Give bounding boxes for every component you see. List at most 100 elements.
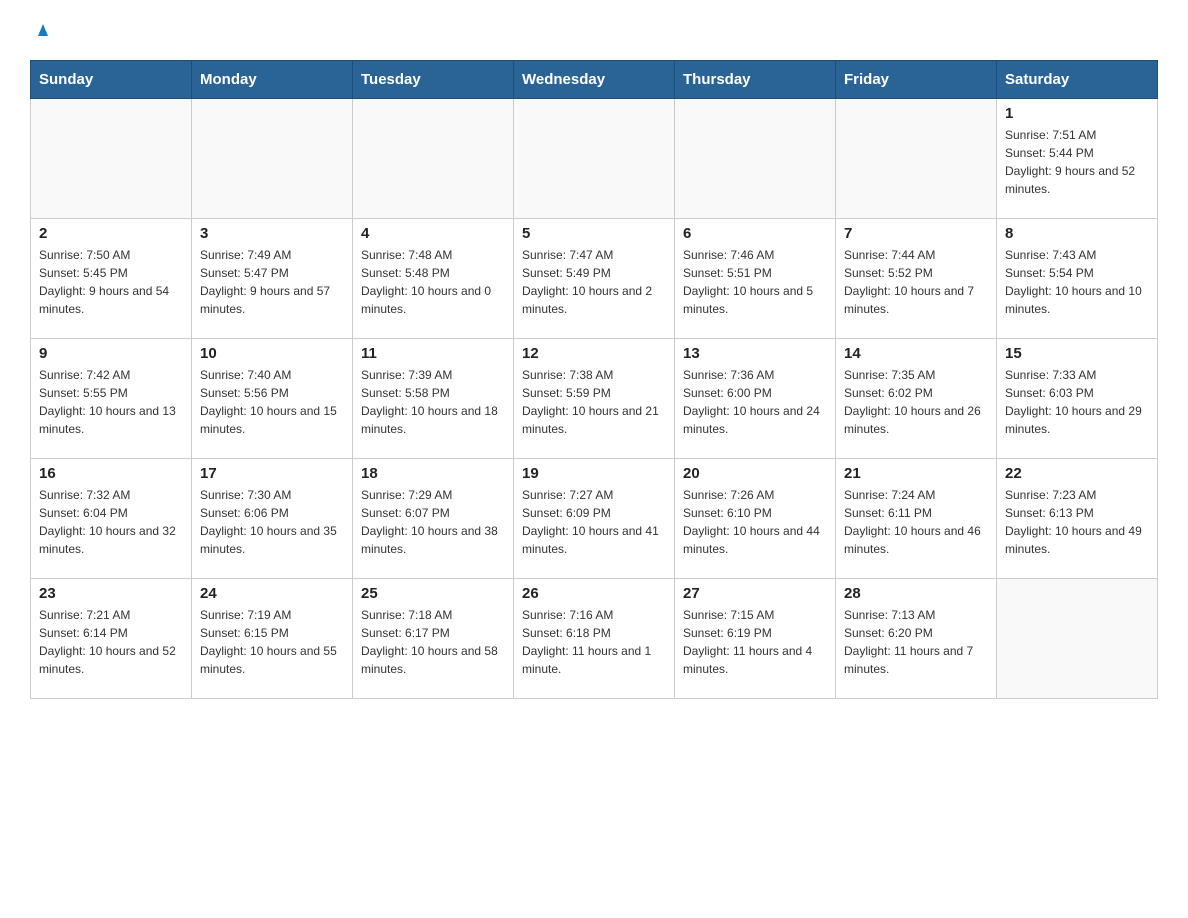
day-number: 14	[844, 345, 988, 362]
day-info: Sunrise: 7:26 AMSunset: 6:10 PMDaylight:…	[683, 486, 827, 558]
day-info: Sunrise: 7:13 AMSunset: 6:20 PMDaylight:…	[844, 606, 988, 678]
day-info: Sunrise: 7:42 AMSunset: 5:55 PMDaylight:…	[39, 366, 183, 438]
calendar-cell: 17 Sunrise: 7:30 AMSunset: 6:06 PMDayligh…	[192, 459, 353, 579]
day-number: 20	[683, 465, 827, 482]
day-number: 9	[39, 345, 183, 362]
day-info: Sunrise: 7:50 AMSunset: 5:45 PMDaylight:…	[39, 246, 183, 318]
calendar-table: SundayMondayTuesdayWednesdayThursdayFrid…	[30, 60, 1158, 699]
calendar-cell	[836, 99, 997, 219]
day-info: Sunrise: 7:44 AMSunset: 5:52 PMDaylight:…	[844, 246, 988, 318]
day-info: Sunrise: 7:48 AMSunset: 5:48 PMDaylight:…	[361, 246, 505, 318]
calendar-cell: 20 Sunrise: 7:26 AMSunset: 6:10 PMDayligh…	[675, 459, 836, 579]
day-info: Sunrise: 7:32 AMSunset: 6:04 PMDaylight:…	[39, 486, 183, 558]
week-row-3: 9 Sunrise: 7:42 AMSunset: 5:55 PMDaylight…	[31, 339, 1158, 459]
calendar-cell: 23Sunrise: 7:21 AMSunset: 6:14 PMDayligh…	[31, 579, 192, 699]
calendar-cell	[353, 99, 514, 219]
day-number: 13	[683, 345, 827, 362]
calendar-cell: 5 Sunrise: 7:47 AMSunset: 5:49 PMDaylight…	[514, 219, 675, 339]
calendar-cell: 26 Sunrise: 7:16 AMSunset: 6:18 PMDayligh…	[514, 579, 675, 699]
week-row-1: 1 Sunrise: 7:51 AMSunset: 5:44 PMDaylight…	[31, 99, 1158, 219]
day-number: 24	[200, 585, 344, 602]
day-info: Sunrise: 7:29 AMSunset: 6:07 PMDaylight:…	[361, 486, 505, 558]
calendar-cell: 13 Sunrise: 7:36 AMSunset: 6:00 PMDayligh…	[675, 339, 836, 459]
calendar-cell	[31, 99, 192, 219]
day-number: 8	[1005, 225, 1149, 242]
day-info: Sunrise: 7:43 AMSunset: 5:54 PMDaylight:…	[1005, 246, 1149, 318]
day-info: Sunrise: 7:24 AMSunset: 6:11 PMDaylight:…	[844, 486, 988, 558]
calendar-cell	[192, 99, 353, 219]
weekday-header-saturday: Saturday	[997, 61, 1158, 99]
day-info: Sunrise: 7:21 AMSunset: 6:14 PMDaylight:…	[39, 606, 183, 678]
calendar-cell: 12 Sunrise: 7:38 AMSunset: 5:59 PMDayligh…	[514, 339, 675, 459]
day-info: Sunrise: 7:47 AMSunset: 5:49 PMDaylight:…	[522, 246, 666, 318]
logo-triangle-icon	[32, 18, 54, 40]
day-number: 5	[522, 225, 666, 242]
day-number: 2	[39, 225, 183, 242]
calendar-cell: 2 Sunrise: 7:50 AMSunset: 5:45 PMDaylight…	[31, 219, 192, 339]
calendar-cell: 16 Sunrise: 7:32 AMSunset: 6:04 PMDayligh…	[31, 459, 192, 579]
day-info: Sunrise: 7:36 AMSunset: 6:00 PMDaylight:…	[683, 366, 827, 438]
day-info: Sunrise: 7:51 AMSunset: 5:44 PMDaylight:…	[1005, 126, 1149, 198]
weekday-header-wednesday: Wednesday	[514, 61, 675, 99]
week-row-4: 16 Sunrise: 7:32 AMSunset: 6:04 PMDayligh…	[31, 459, 1158, 579]
calendar-cell: 22 Sunrise: 7:23 AMSunset: 6:13 PMDayligh…	[997, 459, 1158, 579]
day-number: 27	[683, 585, 827, 602]
day-number: 28	[844, 585, 988, 602]
logo	[30, 20, 56, 40]
day-number: 25	[361, 585, 505, 602]
day-number: 26	[522, 585, 666, 602]
day-info: Sunrise: 7:16 AMSunset: 6:18 PMDaylight:…	[522, 606, 666, 678]
week-row-2: 2 Sunrise: 7:50 AMSunset: 5:45 PMDaylight…	[31, 219, 1158, 339]
day-number: 12	[522, 345, 666, 362]
calendar-cell: 15 Sunrise: 7:33 AMSunset: 6:03 PMDayligh…	[997, 339, 1158, 459]
day-number: 4	[361, 225, 505, 242]
calendar-cell: 6 Sunrise: 7:46 AMSunset: 5:51 PMDaylight…	[675, 219, 836, 339]
day-info: Sunrise: 7:35 AMSunset: 6:02 PMDaylight:…	[844, 366, 988, 438]
day-info: Sunrise: 7:23 AMSunset: 6:13 PMDaylight:…	[1005, 486, 1149, 558]
calendar-cell	[997, 579, 1158, 699]
day-info: Sunrise: 7:49 AMSunset: 5:47 PMDaylight:…	[200, 246, 344, 318]
day-number: 22	[1005, 465, 1149, 482]
calendar-cell: 14 Sunrise: 7:35 AMSunset: 6:02 PMDayligh…	[836, 339, 997, 459]
weekday-header-thursday: Thursday	[675, 61, 836, 99]
header	[30, 20, 1158, 40]
weekday-header-sunday: Sunday	[31, 61, 192, 99]
day-number: 17	[200, 465, 344, 482]
weekday-header-tuesday: Tuesday	[353, 61, 514, 99]
day-number: 16	[39, 465, 183, 482]
calendar-cell: 9 Sunrise: 7:42 AMSunset: 5:55 PMDaylight…	[31, 339, 192, 459]
day-info: Sunrise: 7:39 AMSunset: 5:58 PMDaylight:…	[361, 366, 505, 438]
day-info: Sunrise: 7:33 AMSunset: 6:03 PMDaylight:…	[1005, 366, 1149, 438]
day-info: Sunrise: 7:19 AMSunset: 6:15 PMDaylight:…	[200, 606, 344, 678]
calendar-cell: 18Sunrise: 7:29 AMSunset: 6:07 PMDayligh…	[353, 459, 514, 579]
day-number: 21	[844, 465, 988, 482]
calendar-cell	[675, 99, 836, 219]
day-number: 6	[683, 225, 827, 242]
calendar-cell: 27Sunrise: 7:15 AMSunset: 6:19 PMDayligh…	[675, 579, 836, 699]
week-row-5: 23Sunrise: 7:21 AMSunset: 6:14 PMDayligh…	[31, 579, 1158, 699]
day-info: Sunrise: 7:46 AMSunset: 5:51 PMDaylight:…	[683, 246, 827, 318]
day-info: Sunrise: 7:27 AMSunset: 6:09 PMDaylight:…	[522, 486, 666, 558]
day-number: 1	[1005, 105, 1149, 122]
calendar-cell	[514, 99, 675, 219]
calendar-cell: 4 Sunrise: 7:48 AMSunset: 5:48 PMDaylight…	[353, 219, 514, 339]
day-info: Sunrise: 7:30 AMSunset: 6:06 PMDaylight:…	[200, 486, 344, 558]
weekday-header-friday: Friday	[836, 61, 997, 99]
calendar-cell: 25 Sunrise: 7:18 AMSunset: 6:17 PMDayligh…	[353, 579, 514, 699]
calendar-cell: 10 Sunrise: 7:40 AMSunset: 5:56 PMDayligh…	[192, 339, 353, 459]
day-number: 19	[522, 465, 666, 482]
calendar-cell: 21 Sunrise: 7:24 AMSunset: 6:11 PMDayligh…	[836, 459, 997, 579]
calendar-cell: 28 Sunrise: 7:13 AMSunset: 6:20 PMDayligh…	[836, 579, 997, 699]
calendar-cell: 24 Sunrise: 7:19 AMSunset: 6:15 PMDayligh…	[192, 579, 353, 699]
calendar-cell: 3 Sunrise: 7:49 AMSunset: 5:47 PMDaylight…	[192, 219, 353, 339]
calendar-cell: 19 Sunrise: 7:27 AMSunset: 6:09 PMDayligh…	[514, 459, 675, 579]
day-info: Sunrise: 7:38 AMSunset: 5:59 PMDaylight:…	[522, 366, 666, 438]
day-info: Sunrise: 7:40 AMSunset: 5:56 PMDaylight:…	[200, 366, 344, 438]
day-number: 10	[200, 345, 344, 362]
calendar-cell: 11Sunrise: 7:39 AMSunset: 5:58 PMDayligh…	[353, 339, 514, 459]
weekday-header-row: SundayMondayTuesdayWednesdayThursdayFrid…	[31, 61, 1158, 99]
day-number: 3	[200, 225, 344, 242]
calendar-cell: 1 Sunrise: 7:51 AMSunset: 5:44 PMDaylight…	[997, 99, 1158, 219]
day-info: Sunrise: 7:18 AMSunset: 6:17 PMDaylight:…	[361, 606, 505, 678]
day-number: 15	[1005, 345, 1149, 362]
